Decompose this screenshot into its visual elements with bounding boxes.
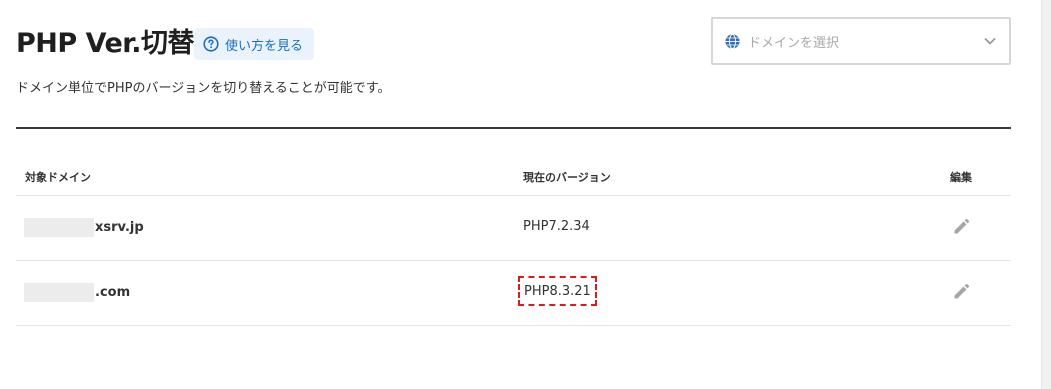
column-header-domain: 対象ドメイン <box>25 171 91 184</box>
column-header-edit: 編集 <box>950 171 972 184</box>
redacted-domain-name <box>24 283 94 302</box>
domain-select-placeholder: ドメインを選択 <box>748 35 840 51</box>
chevron-down-icon <box>984 38 996 45</box>
php-version-table: 対象ドメイン 現在のバージョン 編集 xsrv.jp PHP7.2.34 .co… <box>16 158 1011 326</box>
question-circle-icon <box>203 36 219 52</box>
pencil-icon[interactable] <box>952 218 970 236</box>
domain-select[interactable]: ドメインを選択 <box>711 17 1011 65</box>
domain-cell: .com <box>24 283 130 302</box>
domain-cell: xsrv.jp <box>24 218 144 237</box>
version-cell-highlighted: PHP8.3.21 <box>518 276 597 306</box>
header-divider <box>16 127 1011 129</box>
help-button[interactable]: 使い方を見る <box>194 28 315 60</box>
php-version-switch-page: PHP Ver.切替 使い方を見る ドメインを選択 ドメイン単位でPHPのバージ… <box>0 0 1051 389</box>
scrollbar-track[interactable] <box>1041 0 1051 389</box>
redacted-domain-name <box>24 218 94 237</box>
version-cell: PHP7.2.34 <box>523 219 590 234</box>
column-header-version: 現在のバージョン <box>523 171 611 184</box>
globe-icon <box>725 33 740 49</box>
table-header: 対象ドメイン 現在のバージョン 編集 <box>16 158 1011 196</box>
help-button-label: 使い方を見る <box>225 38 304 54</box>
page-description: ドメイン単位でPHPのバージョンを切り替えることが可能です。 <box>16 81 391 96</box>
table-row: .com PHP8.3.21 <box>16 261 1011 326</box>
pencil-icon[interactable] <box>952 283 970 301</box>
page-title: PHP Ver.切替 <box>16 28 195 59</box>
domain-suffix: xsrv.jp <box>95 220 144 235</box>
domain-suffix: .com <box>95 285 131 300</box>
table-row: xsrv.jp PHP7.2.34 <box>16 196 1011 261</box>
